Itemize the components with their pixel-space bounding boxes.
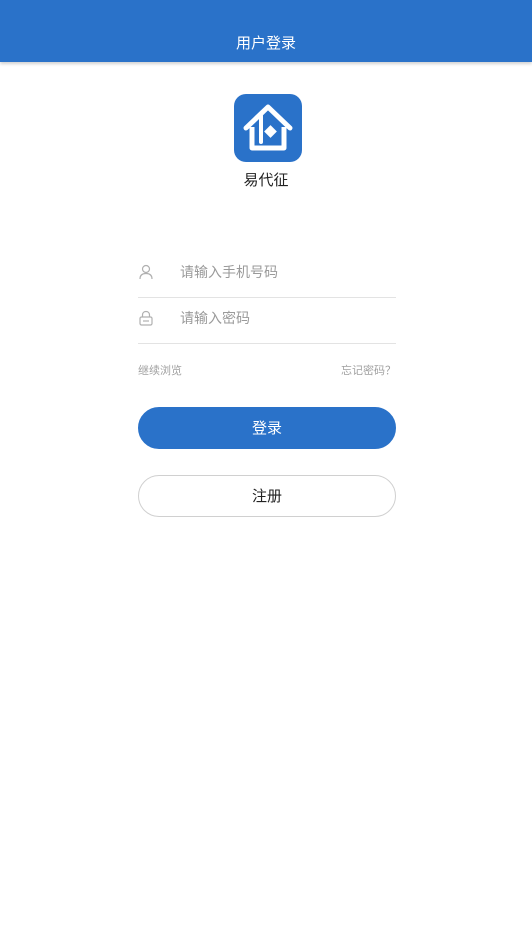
house-logo-icon	[234, 94, 302, 162]
phone-input[interactable]	[180, 261, 390, 285]
phone-field	[138, 255, 396, 298]
register-button[interactable]: 注册	[138, 475, 396, 517]
page-title: 用户登录	[235, 34, 296, 52]
password-field	[138, 301, 396, 344]
app-header: 用户登录	[0, 0, 532, 62]
app-name: 易代征	[243, 171, 289, 189]
auxiliary-links: 继续浏览 忘记密码？	[138, 362, 396, 378]
user-icon	[138, 264, 154, 280]
lock-icon	[138, 310, 154, 326]
forgot-password-link[interactable]: 忘记密码？	[341, 362, 396, 378]
password-input[interactable]	[180, 307, 390, 331]
login-button[interactable]: 登录	[138, 407, 396, 449]
continue-browse-link[interactable]: 继续浏览	[138, 362, 182, 378]
